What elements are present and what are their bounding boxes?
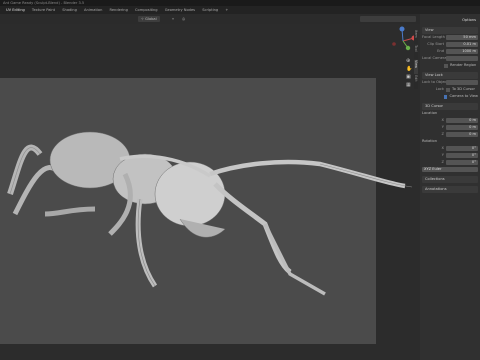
location-x-field[interactable]: 0 m — [446, 117, 478, 124]
camera-to-view-row[interactable]: Camera to View — [422, 93, 478, 100]
local-camera-row: Local Camera — [422, 55, 478, 62]
clip-end-label: End — [437, 49, 444, 53]
clip-start-label: Clip Start — [427, 42, 444, 46]
location-heading: Location — [422, 110, 478, 117]
rotation-y-field[interactable]: 0° — [446, 152, 478, 159]
clip-start-field[interactable]: 0.01 m — [446, 41, 478, 48]
lock-cursor-row[interactable]: Lock To 3D Cursor — [422, 86, 478, 93]
rotation-mode-dropdown[interactable]: XYZ Euler — [422, 166, 478, 173]
local-camera-label: Local Camera — [422, 56, 447, 60]
tab-geometry-nodes[interactable]: Geometry Nodes — [165, 8, 195, 12]
collections-section-header[interactable]: Collections — [422, 176, 478, 183]
perspective-toggle-icon[interactable]: ▦ — [406, 82, 411, 88]
lock-to-object-label: Lock to Object — [422, 80, 448, 84]
ant-model — [7, 131, 413, 296]
to-3d-cursor-label: To 3D Cursor — [452, 87, 475, 91]
tab-texture-paint[interactable]: Texture Paint — [32, 8, 55, 12]
options-menu[interactable]: Options — [422, 16, 478, 24]
camera-view-icon[interactable]: ▣ — [406, 74, 411, 80]
rotation-x-row: X 0° — [441, 145, 478, 152]
location-z-field[interactable]: 0 m — [446, 131, 478, 138]
clip-end-row: End 1000 m — [422, 48, 478, 55]
location-label: Location — [422, 111, 438, 115]
location-z-row: Z 0 m — [441, 131, 478, 138]
orientation-icon: ⊹ — [141, 17, 145, 21]
location-y-row: Y 0 m — [441, 124, 478, 131]
workspace-tabs: UV Editing Texture Paint Shading Animati… — [0, 6, 480, 14]
add-workspace-button[interactable]: + — [225, 8, 228, 12]
rotation-z-field[interactable]: 0° — [446, 159, 478, 166]
tab-compositing[interactable]: Compositing — [135, 8, 158, 12]
tab-edit[interactable]: Edit — [414, 75, 418, 89]
focal-length-label: Focal Length — [422, 35, 445, 39]
zoom-icon[interactable]: ⊕ — [406, 58, 410, 64]
tab-rendering[interactable]: Rendering — [110, 8, 128, 12]
window-title: Ant Game Ready (Sculpt-Blend) - Blender … — [3, 1, 85, 5]
render-region-checkbox[interactable] — [444, 63, 448, 68]
orientation-label: Global — [145, 17, 157, 21]
location-y-field[interactable]: 0 m — [446, 124, 478, 131]
rotation-z-row: Z 0° — [441, 159, 478, 166]
tab-view[interactable]: View — [414, 60, 418, 74]
to-3d-cursor-checkbox[interactable] — [446, 87, 450, 92]
camera-to-view-label: Camera to View — [449, 94, 478, 98]
focal-length-field[interactable]: 50 mm — [446, 34, 478, 41]
tab-uv-editing[interactable]: UV Editing — [6, 8, 25, 12]
viewport-header: ⊹ Global ⌖ ◎ — [0, 14, 420, 24]
annotations-section-header[interactable]: Annotations — [422, 186, 478, 193]
clip-start-row: Clip Start 0.01 m — [422, 41, 478, 48]
render-region-row[interactable]: Render Region — [422, 62, 478, 69]
3d-viewport[interactable]: ⊕ ✋ ▣ ▦ — [0, 24, 420, 360]
render-region-label: Render Region — [450, 63, 477, 67]
tab-animation[interactable]: Animation — [84, 8, 102, 12]
tab-scripting[interactable]: Scripting — [202, 8, 218, 12]
tab-shading[interactable]: Shading — [62, 8, 77, 12]
camera-to-view-checkbox[interactable] — [444, 94, 448, 99]
lock-to-object-field[interactable] — [446, 79, 478, 86]
rotation-label: Rotation — [422, 139, 438, 143]
view-lock-section-header[interactable]: View Lock — [422, 72, 478, 79]
location-x-row: X 0 m — [441, 117, 478, 124]
sidebar-npanel: Options View Focal Length 50 mm Clip Sta… — [420, 14, 480, 360]
tab-tool[interactable]: Tool — [414, 45, 418, 59]
rotation-y-row: Y 0° — [441, 152, 478, 159]
clip-end-field[interactable]: 1000 m — [446, 48, 478, 55]
viewport-shading-buttons[interactable] — [360, 16, 416, 22]
snap-icon[interactable]: ⌖ — [172, 14, 174, 24]
lock-label: Lock — [435, 87, 444, 91]
rotation-heading: Rotation — [422, 138, 478, 145]
rotation-mode-row: XYZ Euler — [422, 166, 478, 173]
3d-cursor-section-header[interactable]: 3D Cursor — [422, 103, 478, 110]
proportional-edit-icon[interactable]: ◎ — [182, 14, 185, 24]
focal-length-row: Focal Length 50 mm — [422, 34, 478, 41]
view-section-header[interactable]: View — [422, 27, 478, 34]
lock-to-object-row: Lock to Object — [422, 79, 478, 86]
tab-item[interactable]: Item — [414, 30, 418, 44]
pan-icon[interactable]: ✋ — [406, 66, 412, 72]
transform-orientation-dropdown[interactable]: ⊹ Global — [138, 16, 160, 22]
rotation-x-field[interactable]: 0° — [446, 145, 478, 152]
local-camera-field[interactable] — [446, 55, 478, 62]
